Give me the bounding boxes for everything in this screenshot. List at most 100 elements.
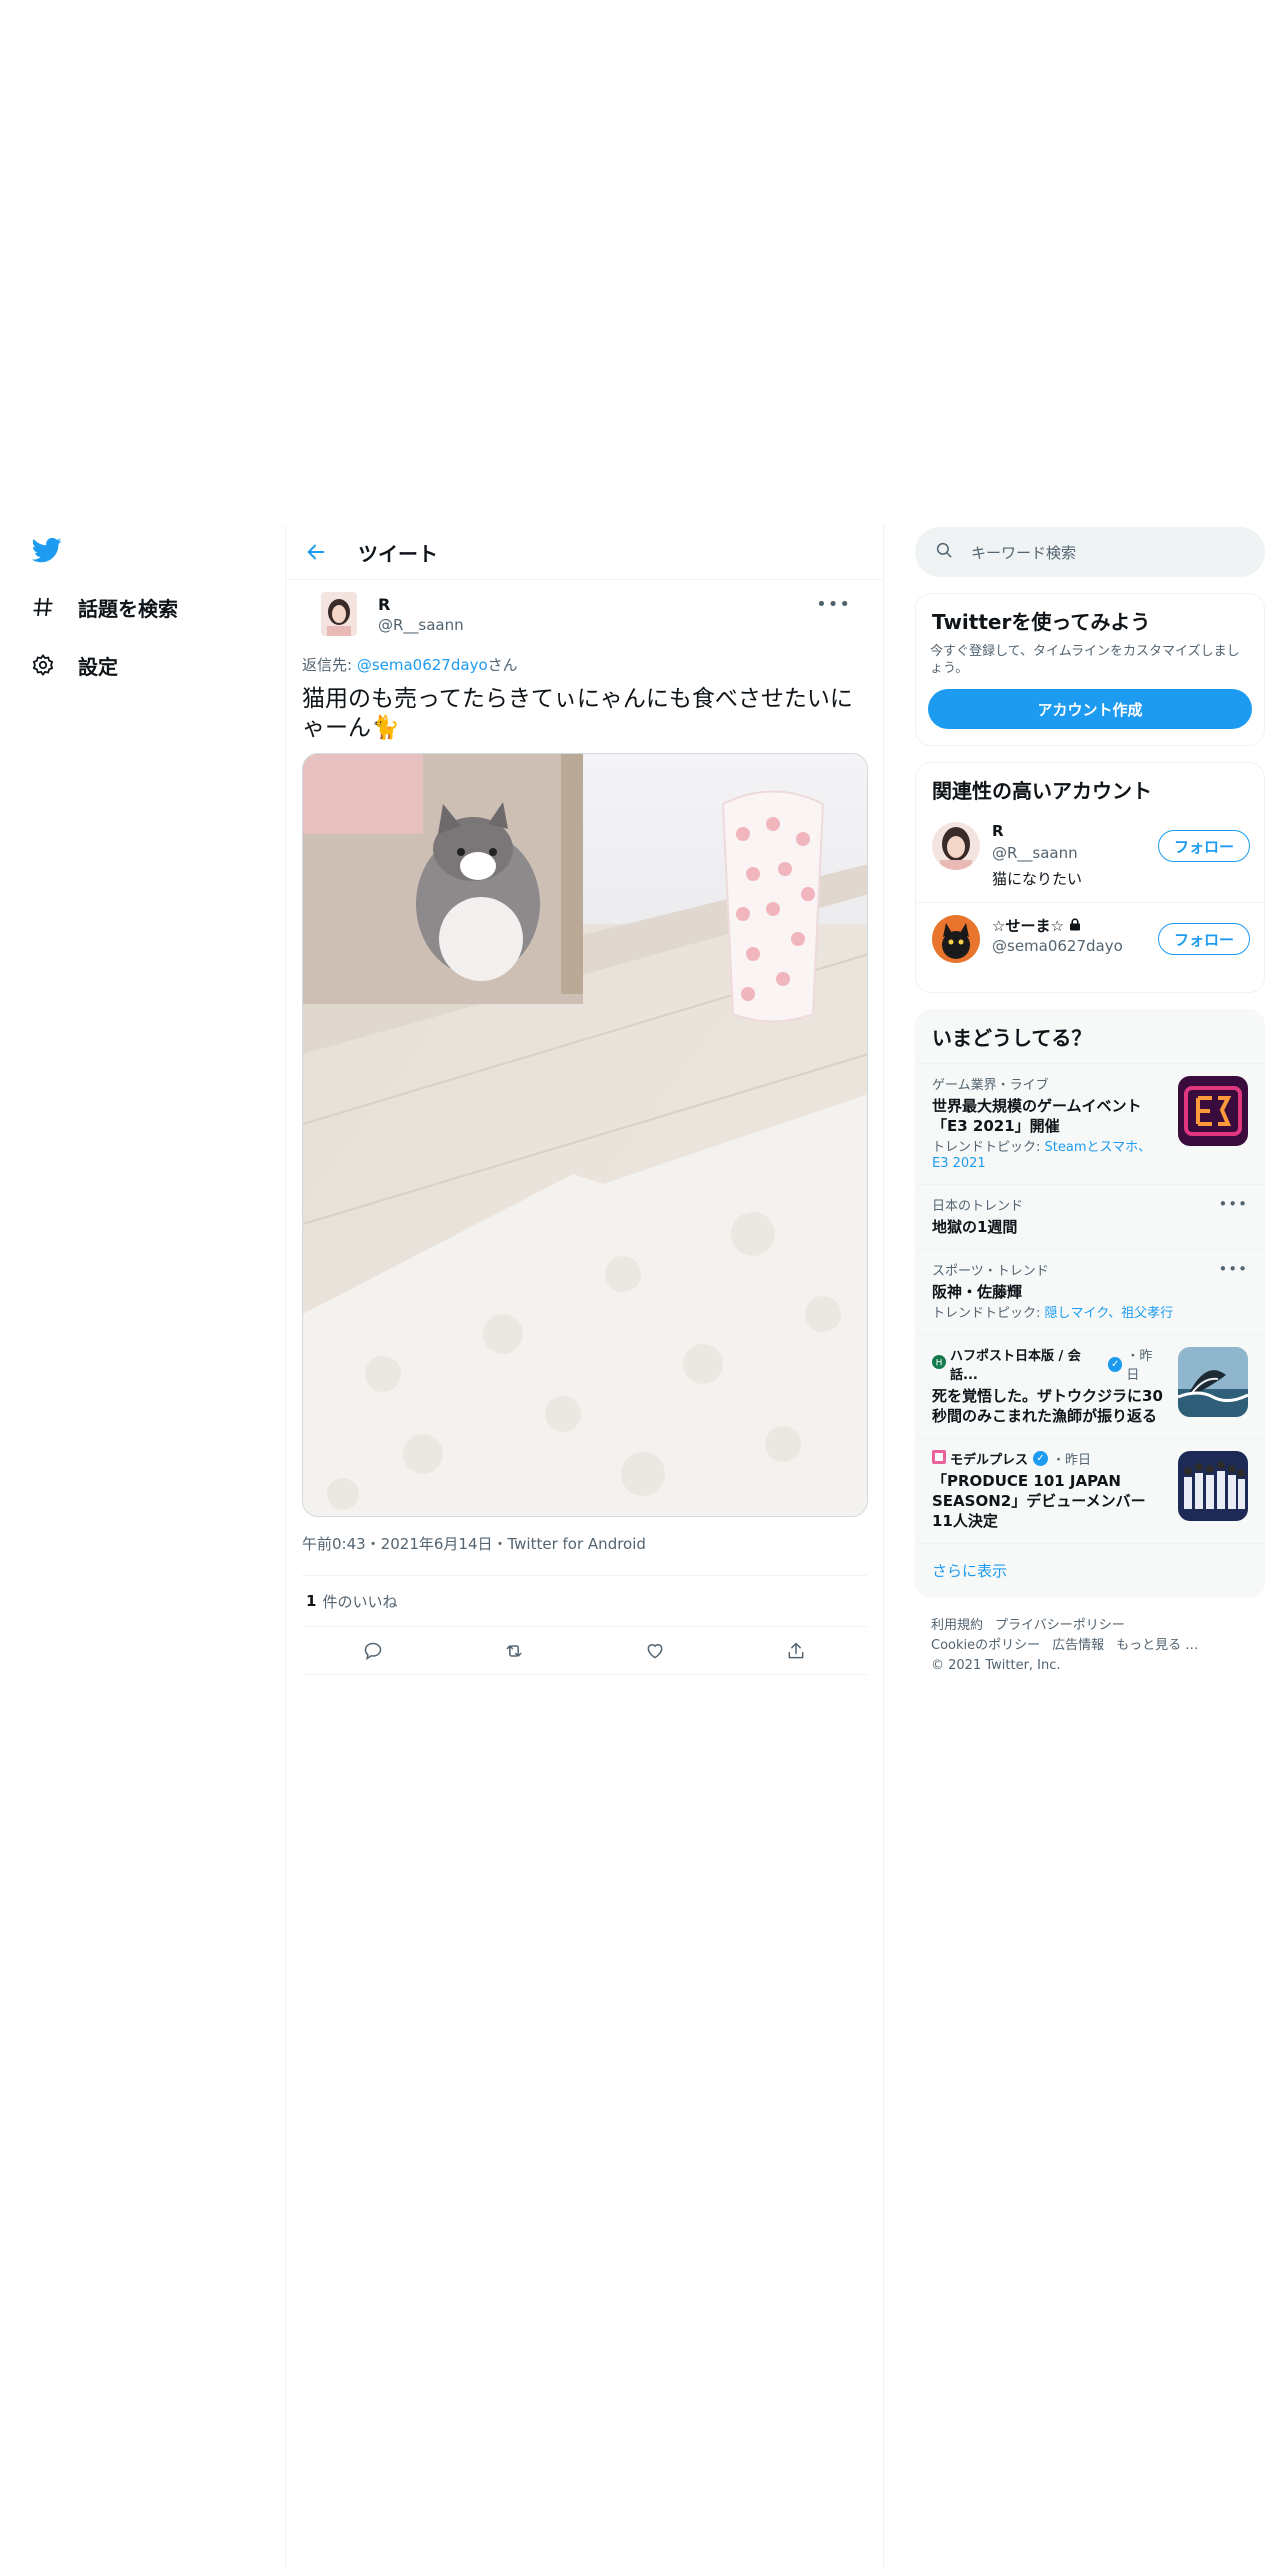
trend-meta: ゲーム業界・ライブ [932,1078,1049,1093]
signup-text: 今すぐ登録して、タイムラインをカスタマイズしましょう。 [930,644,1240,676]
news-source-icon: H [932,1355,946,1373]
tweet-timestamp[interactable]: 午前0:43・2021年6月14日・Twitter for Android [302,1533,867,1555]
trend-topic: トレンドトピック: 隠しマイク、祖父孝行 [932,1306,1248,1322]
account-handle: @sema0627dayo [992,937,1123,955]
news-item[interactable]: モデルプレス ✓ ・昨日 「PRODUCE 101 JAPAN SEASON2」… [916,1438,1264,1543]
tweet-photo[interactable] [302,753,868,1517]
tweet-actions [302,1627,867,1675]
account-item[interactable]: R @R__saann 猫になりたい フォロー [916,810,1264,902]
tweet-text: 猫用のも売ってたらきてぃにゃんにも食べさせたいにゃーん🐈 [302,686,853,741]
reply-to: 返信先: @sema0627dayoさん [302,654,867,675]
trend-item[interactable]: スポーツ・トレンド 阪神・佐藤輝 トレンドトピック: 隠しマイク、祖父孝行 ••… [916,1249,1264,1334]
reply-prefix: 返信先: [302,656,357,674]
follow-button[interactable]: フォロー [1158,923,1250,955]
footer: 利用規約 プライバシーポリシー Cookieのポリシー 広告情報 もっと見る … © … [915,1598,1265,1676]
trend-topic-prefix: トレンドトピック: [932,1140,1045,1155]
main-column: ツイート R @R__saann ••• 返信先: @sema0627dayoさ… [286,525,883,1675]
search-placeholder: キーワード検索 [971,543,1077,562]
footer-link[interactable]: 利用規約 [931,1618,983,1633]
verified-icon: ✓ [1033,1451,1049,1466]
author-name[interactable]: R [378,595,390,614]
likes-count[interactable]: 1 件のいいね [302,1575,867,1627]
create-account-button[interactable]: アカウント作成 [928,689,1252,729]
footer-link[interactable]: プライバシーポリシー [995,1618,1125,1633]
copyright: © 2021 Twitter, Inc. [931,1658,1061,1673]
news-time: ・昨日 [1052,1453,1092,1468]
news-title: 死を覚悟した。ザトウクジラに30秒間のみこまれた漁師が振り返る [932,1387,1163,1425]
retweet-icon[interactable] [494,1631,534,1671]
news-source-name: モデルプレス [950,1453,1029,1468]
trend-item[interactable]: ゲーム業界・ライブ 世界最大規模のゲームイベント「E3 2021」開催 トレンド… [916,1063,1264,1184]
show-more-link[interactable]: さらに表示 [916,1543,1264,1597]
trend-topic: トレンドトピック: Steamとスマホ、E3 2021 [932,1140,1164,1172]
account-name-text: ☆せーま☆ [992,917,1064,935]
reply-suffix: さん [487,656,518,674]
news-source: H ハフポスト日本版 / 会話... ✓ ・昨日 [932,1345,1164,1383]
trend-meta: スポーツ・トレンド [932,1264,1049,1279]
nav-settings[interactable]: 設定 [30,645,118,685]
nav-explore[interactable]: 話題を検索 [30,587,178,627]
svg-text:H: H [936,1359,943,1369]
tweet-header: R @R__saann ••• [302,580,867,638]
verified-icon: ✓ [1107,1356,1123,1372]
trend-meta: 日本のトレンド [932,1199,1024,1214]
trends-title: いまどうしてる？ [932,1026,1092,1050]
trend-topic-link[interactable]: 隠しマイク、祖父孝行 [1045,1306,1174,1321]
trends-card: いまどうしてる？ ゲーム業界・ライブ 世界最大規模のゲームイベント「E3 202… [915,1009,1265,1598]
share-icon[interactable] [776,1631,816,1671]
trend-title: 地獄の1週間 [932,1218,1018,1236]
avatar[interactable] [321,592,357,636]
more-options-icon[interactable]: ••• [1218,1195,1248,1213]
reply-icon[interactable] [353,1631,393,1671]
account-name: R [992,822,1004,840]
news-source-icon [932,1449,946,1468]
avatar[interactable] [932,822,980,870]
likes-number: 1 [306,1592,317,1610]
account-item[interactable]: ☆せーま☆ @sema0627dayo フォロー [916,902,1264,992]
signup-title: Twitterを使ってみよう [932,610,1151,634]
column-divider [883,525,884,2568]
trend-title: 世界最大規模のゲームイベント「E3 2021」開催 [932,1097,1142,1135]
nav-explore-label: 話題を検索 [78,596,178,621]
right-sidebar: キーワード検索 Twitterを使ってみよう 今すぐ登録して、タイムラインをカス… [915,525,1265,1676]
news-time: ・昨日 [1126,1349,1153,1383]
news-title: 「PRODUCE 101 JAPAN SEASON2」デビューメンバー11人決定 [932,1472,1146,1530]
nav-settings-label: 設定 [78,654,118,679]
avatar[interactable] [932,915,980,963]
trend-thumbnail [1178,1076,1248,1146]
page-title: ツイート [358,541,438,566]
account-handle: @R__saann [992,844,1078,862]
search-input[interactable]: キーワード検索 [915,527,1265,577]
footer-link[interactable]: 広告情報 [1052,1638,1104,1653]
trend-title: 阪神・佐藤輝 [932,1283,1023,1301]
search-icon [935,541,953,563]
tweet: R @R__saann ••• 返信先: @sema0627dayoさん 猫用の… [286,580,883,1675]
main-header: ツイート [286,525,883,580]
reply-to-link[interactable]: @sema0627dayo [357,656,488,674]
news-thumbnail [1178,1451,1248,1521]
likes-label: 件のいいね [322,1592,398,1611]
hashtag-icon [30,594,56,620]
related-title: 関連性の高いアカウント [932,779,1152,803]
twitter-logo-icon[interactable] [30,535,64,565]
news-thumbnail [1178,1347,1248,1417]
more-options-icon[interactable]: ••• [1218,1260,1248,1278]
trend-item[interactable]: 日本のトレンド 地獄の1週間 ••• [916,1184,1264,1249]
author-handle[interactable]: @R__saann [378,616,464,634]
signup-card: Twitterを使ってみよう 今すぐ登録して、タイムラインをカスタマイズしましょ… [915,593,1265,746]
trend-topic-prefix: トレンドトピック: [932,1306,1045,1321]
gear-icon [30,652,56,678]
lock-icon [1069,917,1081,935]
account-name: ☆せーま☆ [992,915,1081,936]
footer-link[interactable]: もっと見る … [1116,1638,1198,1653]
account-bio: 猫になりたい [992,870,1083,888]
like-icon[interactable] [635,1631,675,1671]
footer-link[interactable]: Cookieのポリシー [931,1638,1040,1653]
follow-button[interactable]: フォロー [1158,830,1250,862]
related-accounts-card: 関連性の高いアカウント R @R__saann 猫になりたい フォロー ☆せーま… [915,762,1265,993]
more-options-icon[interactable]: ••• [816,594,851,615]
news-item[interactable]: H ハフポスト日本版 / 会話... ✓ ・昨日 死を覚悟した。ザトウクジラに3… [916,1334,1264,1438]
back-arrow-icon[interactable] [304,540,328,564]
news-source-name: ハフポスト日本版 / 会話... [950,1349,1081,1383]
news-source: モデルプレス ✓ ・昨日 [932,1449,1164,1468]
